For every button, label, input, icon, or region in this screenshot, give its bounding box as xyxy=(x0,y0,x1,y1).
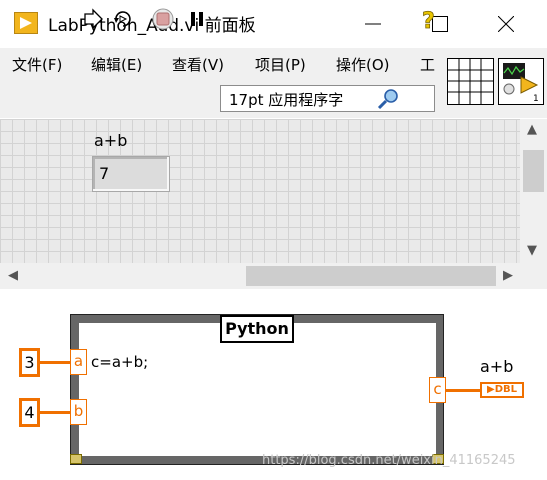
python-script-code[interactable]: c=a+b; xyxy=(91,353,148,371)
close-icon xyxy=(498,16,514,32)
labview-app-icon xyxy=(14,12,38,34)
help-icon[interactable]: ? xyxy=(418,8,440,35)
watermark: https://blog.csdn.net/weixin_41165245 xyxy=(262,453,516,468)
dbl-indicator-arrow-icon: ▶ xyxy=(487,384,495,395)
numeric-constant-b[interactable]: 4 xyxy=(19,398,40,427)
font-ring-label: 17pt 应用程序字 xyxy=(229,91,344,109)
font-ring[interactable]: 17pt 应用程序字 xyxy=(220,85,435,112)
search-icon[interactable] xyxy=(377,88,399,110)
scroll-up-icon[interactable]: ▲ xyxy=(527,122,537,137)
scroll-left-icon[interactable]: ◀ xyxy=(8,268,18,283)
output-terminal-c[interactable]: c xyxy=(429,377,446,403)
menu-tools-truncated[interactable]: 工 xyxy=(420,54,435,75)
run-arrow-icon[interactable] xyxy=(82,8,104,30)
scroll-right-icon[interactable]: ▶ xyxy=(503,268,513,283)
python-node-title: Python xyxy=(220,315,294,343)
menu-bar: 文件(F) 编辑(E) 查看(V) 项目(P) 操作(O) 工 xyxy=(0,48,443,80)
indicator-label: a+b xyxy=(94,131,128,150)
abort-icon[interactable] xyxy=(152,8,174,30)
menu-edit[interactable]: 编辑(E) xyxy=(91,54,142,75)
input-terminal-b[interactable]: b xyxy=(70,399,87,425)
menu-view[interactable]: 查看(V) xyxy=(172,54,224,75)
numeric-constant-a[interactable]: 3 xyxy=(19,348,40,377)
run-continuously-icon[interactable] xyxy=(112,8,134,30)
connector-pane[interactable] xyxy=(447,58,494,105)
menu-project[interactable]: 项目(P) xyxy=(255,54,306,75)
close-button[interactable] xyxy=(478,0,533,47)
wire-c xyxy=(446,389,481,392)
wire-a xyxy=(40,361,71,364)
svg-text:?: ? xyxy=(422,9,435,32)
menu-file[interactable]: 文件(F) xyxy=(12,54,62,75)
dbl-indicator-text: DBL xyxy=(494,384,517,395)
minimize-button[interactable] xyxy=(345,0,400,47)
minimize-icon xyxy=(365,23,381,25)
pause-icon[interactable] xyxy=(186,8,208,30)
output-indicator-label: a+b xyxy=(480,357,514,376)
front-panel-canvas[interactable] xyxy=(0,119,520,263)
error-in-terminal[interactable] xyxy=(70,454,82,464)
vi-icon[interactable]: 1 xyxy=(498,58,544,105)
indicator-value: 7 xyxy=(99,164,110,183)
scroll-corner xyxy=(520,263,547,289)
scroll-down-icon[interactable]: ▼ xyxy=(527,243,537,258)
numeric-indicator: 7 xyxy=(92,156,170,192)
horizontal-scroll-thumb[interactable] xyxy=(246,266,496,286)
wire-b xyxy=(40,411,71,414)
svg-text:1: 1 xyxy=(533,94,539,104)
input-terminal-a[interactable]: a xyxy=(70,349,87,375)
menu-operate[interactable]: 操作(O) xyxy=(336,54,390,75)
dbl-indicator-terminal[interactable]: ▶DBL xyxy=(480,382,524,398)
vertical-scroll-thumb[interactable] xyxy=(523,150,544,192)
